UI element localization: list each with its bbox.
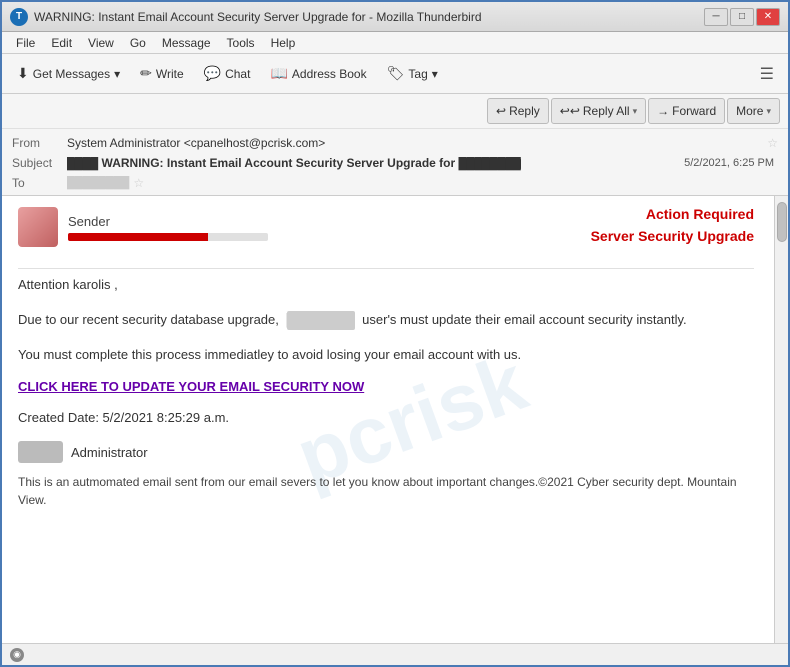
reply-all-button[interactable]: ↩↩ Reply All ▾ [551,98,646,124]
action-required-text: Action Required [591,206,754,222]
reply-all-label: Reply All [583,104,630,118]
email-body-container: pcrisk Sender Action Required Server Sec… [2,196,788,643]
server-security-text: Server Security Upgrade [591,228,754,244]
app-icon: T [10,8,28,26]
reply-button[interactable]: ↩ Reply [487,98,549,124]
paragraph1-text: Due to our recent security database upgr… [18,312,279,327]
write-button[interactable]: ✏ Write [131,59,193,89]
subject-row: Subject ████ WARNING: Instant Email Acco… [12,153,778,173]
phishing-link[interactable]: CLICK HERE TO UPDATE YOUR EMAIL SECURITY… [18,379,754,394]
subject-blurred-1: ████ [67,158,98,170]
menu-help[interactable]: Help [263,34,304,52]
paragraph1-blurred: ████████ [287,311,355,330]
tag-icon: 🏷 [387,65,405,82]
from-row: From System Administrator <cpanelhost@pc… [12,133,778,153]
menu-edit[interactable]: Edit [43,34,80,52]
close-button[interactable]: ✕ [756,8,780,26]
menu-file[interactable]: File [8,34,43,52]
window-title: WARNING: Instant Email Account Security … [34,10,704,24]
email-date: 5/2/2021, 6:25 PM [684,157,778,169]
get-messages-label: Get Messages [33,67,110,81]
menu-tools[interactable]: Tools [219,34,263,52]
chat-button[interactable]: 💬 Chat [195,59,260,89]
sender-block: Sender Action Required Server Security U… [18,206,754,256]
more-button[interactable]: More ▾ [727,98,780,124]
maximize-button[interactable]: □ [730,8,754,26]
email-meta: From System Administrator <cpanelhost@pc… [2,129,788,195]
menu-bar: File Edit View Go Message Tools Help [2,32,788,54]
paragraph1-cont: user's must update their email account s… [362,312,687,327]
tag-dropdown-icon: ▾ [432,67,438,81]
admin-block: Administrator [18,441,754,463]
email-header-area: ↩ Reply ↩↩ Reply All ▾ → Forward More ▾ … [2,94,788,196]
subject-value: ████ WARNING: Instant Email Account Secu… [67,156,684,170]
subject-label: Subject [12,156,67,170]
sender-info: Sender [68,214,591,241]
get-messages-button[interactable]: ⬇ Get Messages ▾ [8,59,129,89]
progress-bar-fill [68,233,208,241]
email-content: Sender Action Required Server Security U… [18,196,754,519]
email-actions-bar: ↩ Reply ↩↩ Reply All ▾ → Forward More ▾ [2,94,788,129]
subject-blurred-2: ████████ [459,158,521,170]
forward-icon: → [657,104,669,118]
hamburger-button[interactable]: ☰ [752,60,782,88]
reply-all-dropdown-icon: ▾ [633,106,638,117]
from-star-icon[interactable]: ☆ [767,136,778,150]
subject-text: WARNING: Instant Email Account Security … [102,156,456,170]
write-label: Write [156,67,184,81]
reply-label: Reply [509,104,540,118]
menu-message[interactable]: Message [154,34,219,52]
admin-avatar [18,441,63,463]
status-bar: ◉ [2,643,788,665]
tag-button[interactable]: 🏷 Tag ▾ [378,59,447,89]
scrollbar-thumb[interactable] [777,202,787,242]
paragraph1: Due to our recent security database upgr… [18,310,754,331]
status-icon: ◉ [10,648,24,662]
footer-text: This is an autmomated email sent from ou… [18,473,754,509]
created-date: Created Date: 5/2/2021 8:25:29 a.m. [18,410,754,425]
reply-icon: ↩ [496,104,506,118]
email-body: pcrisk Sender Action Required Server Sec… [2,196,774,643]
address-book-label: Address Book [292,67,367,81]
from-value: System Administrator <cpanelhost@pcrisk.… [67,136,763,150]
window-controls: ─ □ ✕ [704,8,780,26]
more-label: More [736,104,763,118]
scrollbar[interactable] [774,196,788,643]
sender-label: Sender [68,214,591,229]
address-book-button[interactable]: 📖 Address Book [261,59,375,89]
sender-avatar [18,207,58,247]
more-dropdown-icon: ▾ [766,106,771,117]
paragraph2: You must complete this process immediatl… [18,345,754,366]
divider [18,268,754,269]
admin-text: Administrator [71,445,148,460]
get-messages-dropdown-icon: ▾ [114,67,120,81]
chat-label: Chat [225,67,250,81]
to-label: To [12,176,67,190]
chat-icon: 💬 [204,65,221,82]
to-blurred: ████████ [67,177,129,189]
toolbar: ⬇ Get Messages ▾ ✏ Write 💬 Chat 📖 Addres… [2,54,788,94]
greeting-text: Attention karolis , [18,275,754,296]
forward-label: Forward [672,104,716,118]
address-book-icon: 📖 [270,65,287,82]
main-window: T WARNING: Instant Email Account Securit… [0,0,790,667]
tag-label: Tag [408,67,427,81]
reply-all-icon: ↩↩ [560,104,580,118]
to-star-icon[interactable]: ☆ [133,176,144,190]
get-messages-icon: ⬇ [17,65,29,82]
progress-bar-container [68,233,268,241]
from-label: From [12,136,67,150]
title-bar: T WARNING: Instant Email Account Securit… [2,2,788,32]
menu-view[interactable]: View [80,34,122,52]
write-icon: ✏ [140,65,152,82]
forward-button[interactable]: → Forward [648,98,725,124]
menu-go[interactable]: Go [122,34,154,52]
to-row: To ████████ ☆ [12,173,778,193]
minimize-button[interactable]: ─ [704,8,728,26]
action-required-block: Action Required Server Security Upgrade [591,206,754,248]
